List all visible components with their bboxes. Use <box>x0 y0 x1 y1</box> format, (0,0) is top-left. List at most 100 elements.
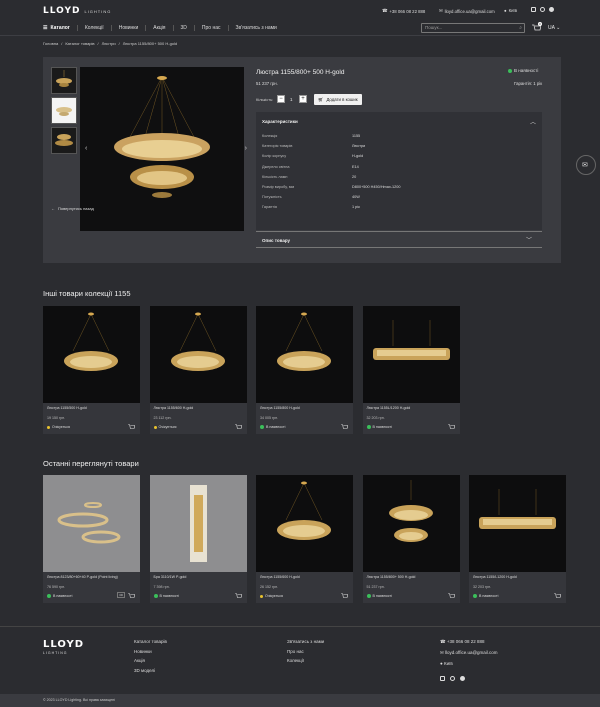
warranty-text: Гарантія: 1 рік <box>514 81 543 86</box>
cart-icon[interactable] <box>128 593 135 599</box>
nav-collections[interactable]: Колекції <box>76 25 111 31</box>
product-card[interactable]: Люстра 1155/800 H-gold 34 005 грн. В наявн… <box>256 306 353 434</box>
telegram-icon[interactable] <box>549 7 554 12</box>
product-card[interactable]: Люстра 1155/500 H-gold 19 150 грн. Очікуєт… <box>43 306 140 434</box>
qty-value[interactable]: 1 <box>290 97 293 102</box>
product-name[interactable]: Бра 3110/1W P-gold <box>154 575 187 579</box>
viber-icon[interactable] <box>450 676 455 681</box>
back-link[interactable]: ← Повернутись назад <box>51 206 94 211</box>
product-image[interactable] <box>362 475 460 572</box>
qty-label: Кількість: <box>256 97 274 102</box>
breadcrumb-category[interactable]: Люстри <box>102 41 116 46</box>
product-card[interactable]: Люстра 1155/L1200 H-gold 32 203 грн. В ная… <box>469 475 566 603</box>
search-input[interactable]: Пошук... ⌕ <box>421 23 525 33</box>
product-image[interactable] <box>149 475 247 572</box>
cart-icon[interactable] <box>341 424 348 430</box>
cart-icon[interactable] <box>554 593 561 599</box>
product-card[interactable]: Люстра 1155/800+ 500 H-gold 51 237 грн. В … <box>362 475 460 603</box>
telegram-icon[interactable] <box>460 676 465 681</box>
footer-link[interactable]: Каталог товарів <box>134 639 167 644</box>
cart-icon[interactable] <box>234 424 242 430</box>
product-card[interactable]: Люстра 1155L/1200 H-gold 32 203 грн. В ная… <box>362 306 460 434</box>
product-name[interactable]: Люстра 1155/600 H-gold <box>154 406 194 410</box>
status-dot <box>47 594 51 599</box>
breadcrumb-home[interactable]: Головна <box>43 41 58 46</box>
breadcrumb-catalog[interactable]: Каталог товарів <box>65 41 94 46</box>
product-name[interactable]: Люстра 1155/500 H-gold <box>47 406 87 410</box>
instagram-icon[interactable] <box>440 676 445 681</box>
footer-link[interactable]: Про нас <box>287 649 324 654</box>
nav-contact[interactable]: Зв'язатись з нами <box>227 25 284 31</box>
cart-icon[interactable] <box>341 593 348 599</box>
nav-about[interactable]: Про нас <box>193 25 228 31</box>
thumbnail-3[interactable] <box>51 127 77 154</box>
footer-email[interactable]: ✉ lloyd.office.ua@gmail.com <box>440 650 498 656</box>
spec-value: 20 <box>352 174 357 179</box>
add-to-cart-button[interactable]: 🛒︎ Додати в кошик <box>314 94 362 105</box>
language-select[interactable]: UA ⌄ <box>548 25 560 31</box>
3d-badge[interactable]: 3D <box>117 592 125 598</box>
thumbnail-1[interactable] <box>51 67 77 94</box>
product-card[interactable]: Люстра 8123/80+60+40 P-gold (Point livin… <box>43 475 140 603</box>
nav-new[interactable]: Новинки <box>110 25 146 31</box>
thumbnail-2[interactable] <box>51 97 77 124</box>
description-title[interactable]: Опис товару <box>262 238 290 243</box>
footer-link[interactable]: Зв'язатись з нами <box>287 639 324 644</box>
product-image[interactable] <box>43 475 140 572</box>
product-card[interactable]: Бра 3110/1W P-gold 7 398 грн. В наявності <box>149 475 247 603</box>
product-price: 34 005 грн. <box>260 416 279 420</box>
cart-icon[interactable] <box>447 593 455 599</box>
cart-icon[interactable] <box>447 424 455 430</box>
header-phone[interactable]: ☎ +38 066 08 22 888 <box>382 8 425 14</box>
search-icon[interactable]: ⌕ <box>519 24 522 32</box>
product-name[interactable]: Люстра 8123/80+60+40 P-gold (Point livin… <box>47 575 118 579</box>
qty-increase-button[interactable]: + <box>299 95 307 103</box>
product-image[interactable] <box>256 475 353 572</box>
footer-phone[interactable]: ☎ +38 066 08 22 888 <box>440 639 498 645</box>
product-price: 23 112 грн. <box>153 416 172 420</box>
product-main-image[interactable]: ‹ › <box>80 67 247 231</box>
product-image[interactable] <box>256 306 353 403</box>
spec-value[interactable]: 1155 <box>352 134 360 138</box>
product-image[interactable] <box>43 306 140 403</box>
specs-title[interactable]: Характеристики <box>262 119 298 124</box>
product-name[interactable]: Люстра 1155L/1200 H-gold <box>367 406 411 410</box>
chandelier-thumb-icon <box>56 70 72 87</box>
footer-link[interactable]: Колекції <box>287 658 324 663</box>
chat-button[interactable]: ✉ <box>576 155 596 175</box>
spec-row: Джерело світла E14 <box>262 165 532 175</box>
prev-image-icon[interactable]: ‹ <box>85 145 87 152</box>
footer-link[interactable]: 3D моделі <box>134 668 167 673</box>
product-name[interactable]: Люстра 1155/800+ 500 H-gold <box>367 575 416 579</box>
product-name[interactable]: Люстра 1155/L1200 H-gold <box>473 575 517 579</box>
footer-link[interactable]: Новинки <box>134 649 167 654</box>
header-email[interactable]: ✉ lloyd.office.ua@gmail.com <box>439 8 495 14</box>
nav-3d[interactable]: 3D <box>172 25 194 31</box>
chevron-up-icon[interactable]: ︿ <box>530 117 536 126</box>
product-name[interactable]: Люстра 1155/600 H-gold <box>260 575 300 579</box>
instagram-icon[interactable] <box>531 7 536 12</box>
cart-button[interactable]: 0 <box>532 22 542 32</box>
nav-sale[interactable]: Акція <box>145 25 172 31</box>
spec-value[interactable]: Люстри <box>352 144 365 148</box>
nav-catalog[interactable]: ☰ Каталог <box>43 25 77 31</box>
viber-icon[interactable] <box>540 7 545 12</box>
next-image-icon[interactable]: › <box>245 145 247 152</box>
chevron-down-icon[interactable]: ﹀ <box>526 235 532 244</box>
spec-key: Розмір виробу, мм <box>262 184 295 189</box>
product-name[interactable]: Люстра 1155/800 H-gold <box>260 406 300 410</box>
product-image[interactable] <box>362 306 460 403</box>
product-image[interactable] <box>469 475 566 572</box>
qty-decrease-button[interactable]: − <box>277 95 285 103</box>
product-card[interactable]: Люстра 1155/600 H-gold 26 152 грн. Очікуєт… <box>256 475 353 603</box>
product-card[interactable]: Люстра 1155/600 H-gold 23 112 грн. Очікуєт… <box>149 306 247 434</box>
footer-link[interactable]: Акція <box>134 658 167 663</box>
logo[interactable]: LLOYD LIGHTING <box>43 6 111 16</box>
divider <box>256 231 542 232</box>
cart-icon[interactable] <box>128 424 135 430</box>
spec-key: Джерело світла <box>262 164 290 169</box>
product-image[interactable] <box>149 306 247 403</box>
footer-logo[interactable]: LLOYD LIGHTING <box>43 639 84 655</box>
cart-icon[interactable] <box>234 593 242 599</box>
product-title: Люстра 1155/800+ 500 H-gold <box>256 69 345 76</box>
